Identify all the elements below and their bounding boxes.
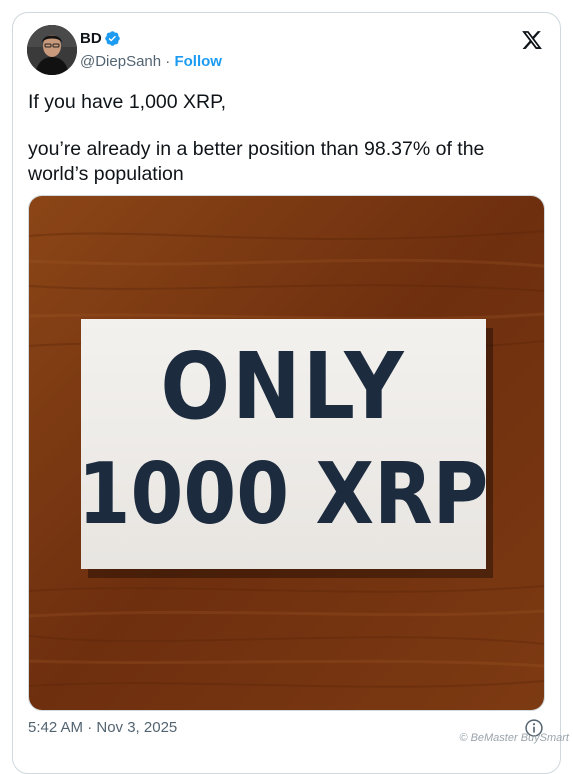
tweet-line-1: If you have 1,000 XRP,	[28, 91, 227, 113]
author-name[interactable]: BD	[80, 30, 102, 47]
separator: ·	[165, 53, 171, 70]
handle-row: @DiepSanh · Follow	[80, 53, 222, 70]
verified-badge-icon	[105, 31, 120, 46]
follow-button[interactable]: Follow	[174, 53, 222, 70]
tweet-timestamp[interactable]: 5:42 AM · Nov 3, 2025	[28, 719, 177, 736]
watermark: © BeMaster BuySmart	[459, 732, 569, 744]
tweet-text: If you have 1,000 XRP, you’re already in…	[28, 90, 538, 187]
avatar[interactable]	[27, 25, 77, 75]
avatar-photo	[27, 25, 77, 75]
tweet-image[interactable]: ONLY 1000 XRP	[28, 195, 545, 711]
tweet-line-2: you’re already in a better position than…	[28, 138, 485, 185]
card-text-line-1: ONLY	[160, 332, 405, 440]
author-handle[interactable]: @DiepSanh	[80, 53, 161, 70]
tweet-card: BD @DiepSanh · Follow If you have 1,000 …	[12, 12, 561, 774]
card-text-line-2: 1000 XRP	[78, 445, 489, 544]
x-logo-icon[interactable]	[521, 29, 543, 51]
media-illustration: ONLY 1000 XRP	[29, 196, 544, 710]
